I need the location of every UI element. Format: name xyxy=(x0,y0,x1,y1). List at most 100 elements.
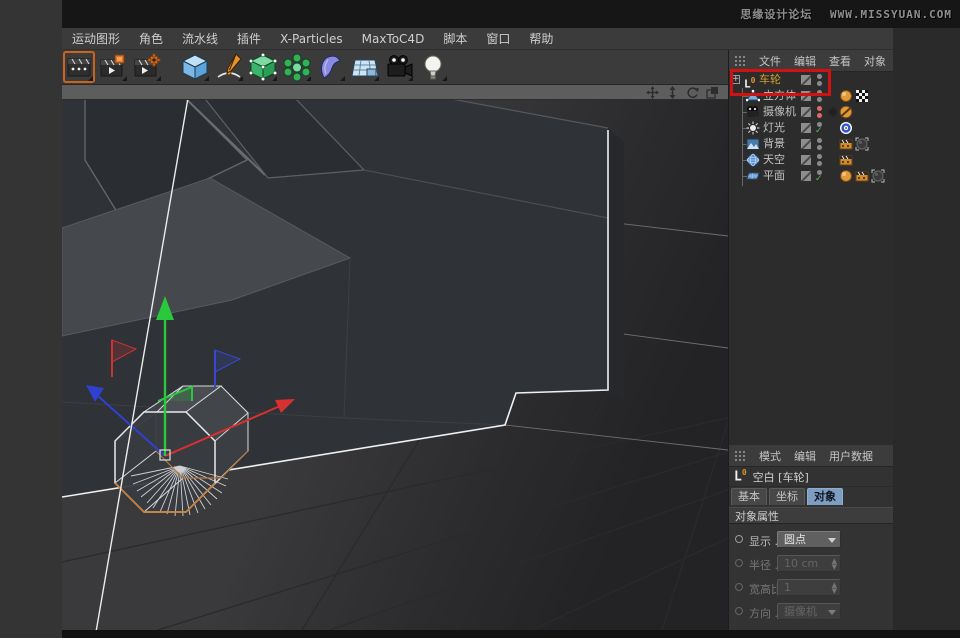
target-tag-icon[interactable] xyxy=(839,121,853,135)
object-label[interactable]: 天空 xyxy=(763,152,785,168)
menu-maxtoc4d[interactable]: MaxToC4D xyxy=(362,32,425,46)
property-row-display: 显示 . 圆点 xyxy=(729,531,894,549)
protection-tag-icon[interactable] xyxy=(839,105,853,119)
menu-pipeline[interactable]: 流水线 xyxy=(182,30,218,47)
expand-icon[interactable]: + xyxy=(731,75,740,84)
editor-visibility-dot[interactable] xyxy=(817,154,822,159)
render-visibility-dot[interactable] xyxy=(817,81,822,86)
material-tag-icon[interactable] xyxy=(871,169,885,183)
object-row-plane[interactable]: 平面 ✓ xyxy=(729,168,894,184)
layer-toggle[interactable] xyxy=(801,123,811,133)
keyframe-dot[interactable] xyxy=(735,535,743,543)
deformer-icon[interactable] xyxy=(316,52,346,82)
mograph-array-icon[interactable] xyxy=(282,52,312,82)
keyframe-dot[interactable] xyxy=(735,559,743,567)
environment-floor-icon[interactable] xyxy=(350,52,380,82)
stepper-arrows-icon[interactable]: ▲▼ xyxy=(832,582,837,594)
menu-character[interactable]: 角色 xyxy=(139,30,163,47)
camera-icon[interactable] xyxy=(384,52,414,82)
layer-toggle[interactable] xyxy=(801,75,811,85)
radius-field[interactable]: 10 cm ▲▼ xyxy=(777,555,841,572)
object-manager-menubar: 文件 编辑 查看 对象 标签 xyxy=(729,50,894,72)
null-object-icon: L0 xyxy=(744,73,758,87)
viewport-titlebar[interactable] xyxy=(62,85,728,100)
stepper-arrows-icon[interactable]: ▲▼ xyxy=(832,558,837,570)
phong-tag-icon[interactable] xyxy=(839,169,853,183)
render-visibility-dot[interactable] xyxy=(817,97,822,102)
menu-script[interactable]: 脚本 xyxy=(443,30,467,47)
editor-visibility-dot[interactable] xyxy=(817,138,822,143)
light-object-icon xyxy=(746,121,760,135)
aspect-field[interactable]: 1 ▲▼ xyxy=(777,579,841,596)
primitive-cube-icon[interactable] xyxy=(180,52,210,82)
layer-toggle[interactable] xyxy=(801,91,811,101)
om-menu-edit[interactable]: 编辑 xyxy=(794,53,816,69)
render-visibility-dot[interactable] xyxy=(817,161,822,166)
render-view-icon[interactable] xyxy=(64,52,94,82)
editor-visibility-dot[interactable] xyxy=(817,90,822,95)
phong-tag-icon[interactable] xyxy=(839,89,853,103)
viewport-canvas[interactable] xyxy=(62,100,728,630)
layer-toggle[interactable] xyxy=(801,107,811,117)
object-row-cube[interactable]: 立方体 xyxy=(729,88,894,104)
panel-grid-icon[interactable] xyxy=(734,450,746,462)
subdivision-surface-icon[interactable] xyxy=(248,52,278,82)
menu-help[interactable]: 帮助 xyxy=(529,30,553,47)
spline-pen-icon[interactable] xyxy=(214,52,244,82)
enabled-check-icon[interactable]: ✓ xyxy=(815,175,823,184)
viewport-toggle-icon[interactable] xyxy=(706,86,719,99)
object-label[interactable]: 车轮 xyxy=(759,72,781,88)
viewport-dolly-icon[interactable] xyxy=(666,86,679,99)
texture-tag-icon[interactable] xyxy=(855,89,869,103)
tab-basic[interactable]: 基本 xyxy=(731,488,767,505)
viewport-pan-icon[interactable] xyxy=(646,86,659,99)
attr-menu-edit[interactable]: 编辑 xyxy=(794,448,816,464)
menu-xparticles[interactable]: X-Particles xyxy=(280,32,343,46)
compositing-tag-icon[interactable] xyxy=(855,169,869,183)
object-row-background[interactable]: 背景 xyxy=(729,136,894,152)
object-label[interactable]: 背景 xyxy=(763,136,785,152)
menu-plugins[interactable]: 插件 xyxy=(237,30,261,47)
object-row-wheel[interactable]: + L0 车轮 xyxy=(729,72,894,88)
material-tag-icon[interactable] xyxy=(855,137,869,151)
tab-coord[interactable]: 坐标 xyxy=(769,488,805,505)
layer-toggle[interactable] xyxy=(801,155,811,165)
menu-mograph[interactable]: 运动图形 xyxy=(72,30,120,47)
render-visibility-dot[interactable] xyxy=(817,113,822,118)
tab-object[interactable]: 对象 xyxy=(807,488,843,505)
render-visibility-dot[interactable] xyxy=(817,145,822,150)
banner-site-name: 思缘设计论坛 xyxy=(740,8,812,21)
editor-visibility-dot[interactable] xyxy=(817,74,822,79)
panel-grid-icon[interactable] xyxy=(734,55,746,67)
compositing-tag-icon[interactable] xyxy=(839,137,853,151)
light-icon[interactable] xyxy=(418,52,448,82)
object-label[interactable]: 立方体 xyxy=(763,88,796,104)
keyframe-dot[interactable] xyxy=(735,583,743,591)
camera-active-toggle-icon[interactable] xyxy=(827,106,839,118)
keyframe-dot[interactable] xyxy=(735,607,743,615)
attr-menu-userdata[interactable]: 用户数据 xyxy=(829,448,873,464)
object-label[interactable]: 摄像机 xyxy=(763,104,796,120)
object-row-camera[interactable]: 摄像机 xyxy=(729,104,894,120)
layer-toggle[interactable] xyxy=(801,139,811,149)
background-object-icon xyxy=(746,137,760,151)
editor-visibility-dot[interactable] xyxy=(817,106,822,111)
object-row-light[interactable]: 灯光 ✓ xyxy=(729,120,894,136)
display-dropdown[interactable]: 圆点 xyxy=(777,531,841,548)
object-row-sky[interactable]: 天空 xyxy=(729,152,894,168)
om-menu-file[interactable]: 文件 xyxy=(759,53,781,69)
om-menu-view[interactable]: 查看 xyxy=(829,53,851,69)
render-picture-viewer-icon[interactable] xyxy=(98,52,128,82)
menu-window[interactable]: 窗口 xyxy=(486,30,510,47)
om-menu-object[interactable]: 对象 xyxy=(864,53,886,69)
object-label[interactable]: 灯光 xyxy=(763,120,785,136)
attr-menu-mode[interactable]: 模式 xyxy=(759,448,781,464)
orientation-dropdown[interactable]: 摄像机 xyxy=(777,603,841,620)
layer-toggle[interactable] xyxy=(801,171,811,181)
compositing-tag-icon[interactable] xyxy=(839,153,853,167)
viewport-rotate-icon[interactable] xyxy=(686,86,699,99)
camera-object-icon xyxy=(746,105,760,119)
object-label[interactable]: 平面 xyxy=(763,168,785,184)
render-settings-icon[interactable] xyxy=(132,52,162,82)
enabled-check-icon[interactable]: ✓ xyxy=(815,127,823,136)
